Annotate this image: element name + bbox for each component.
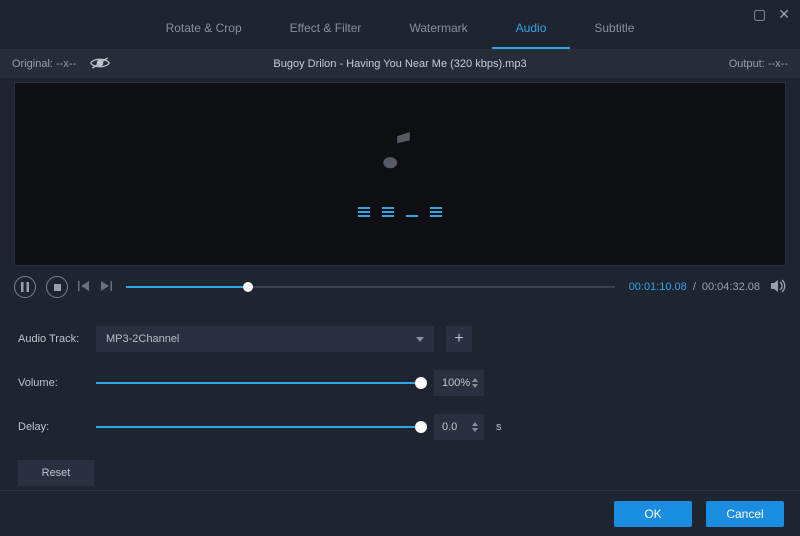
delay-slider-thumb[interactable] — [415, 421, 427, 433]
delay-slider[interactable] — [96, 426, 422, 428]
transport-bar: 00:01:10.08 / 00:04:32.08 — [0, 266, 800, 310]
seek-thumb[interactable] — [243, 282, 253, 292]
output-size-label: Output: --x-- — [729, 58, 788, 70]
tab-bar: Rotate & Crop Effect & Filter Watermark … — [0, 0, 800, 50]
time-current: 00:01:10.08 — [629, 281, 687, 293]
delay-spinner[interactable]: 0.0 — [434, 414, 484, 440]
volume-step-up[interactable] — [472, 378, 478, 382]
info-bar: Original: --x-- Bugoy Drilon - Having Yo… — [0, 50, 800, 78]
volume-label: Volume: — [18, 377, 84, 389]
delay-value: 0.0 — [442, 421, 457, 433]
delay-label: Delay: — [18, 421, 84, 433]
delay-step-down[interactable] — [472, 428, 478, 432]
play-pause-button[interactable] — [14, 276, 36, 298]
filename-label: Bugoy Drilon - Having You Near Me (320 k… — [273, 58, 526, 70]
audio-track-select[interactable]: MP3-2Channel — [96, 326, 434, 352]
tab-subtitle[interactable]: Subtitle — [570, 7, 658, 49]
seek-slider[interactable] — [126, 286, 615, 288]
volume-spinner[interactable]: 100% — [434, 370, 484, 396]
tab-watermark[interactable]: Watermark — [385, 7, 491, 49]
close-icon[interactable]: ✕ — [778, 6, 790, 23]
audio-preview-area — [14, 82, 786, 266]
add-audio-track-button[interactable]: + — [446, 326, 472, 352]
tab-rotate-crop[interactable]: Rotate & Crop — [142, 7, 266, 49]
audio-track-value: MP3-2Channel — [106, 333, 179, 345]
volume-icon[interactable] — [770, 279, 786, 296]
music-note-icon — [383, 132, 417, 177]
audio-settings-panel: Audio Track: MP3-2Channel + Volume: 100%… — [0, 310, 800, 492]
stop-button[interactable] — [46, 276, 68, 298]
seek-fill — [126, 286, 248, 288]
equalizer-icon — [358, 205, 442, 217]
volume-value: 100% — [442, 377, 470, 389]
delay-step-up[interactable] — [472, 422, 478, 426]
footer: OK Cancel — [0, 490, 800, 536]
tab-effect-filter[interactable]: Effect & Filter — [266, 7, 386, 49]
audio-track-label: Audio Track: — [18, 333, 84, 345]
preview-toggle-icon[interactable] — [90, 56, 110, 73]
delay-unit: s — [496, 421, 502, 433]
cancel-button[interactable]: Cancel — [706, 501, 784, 527]
reset-button[interactable]: Reset — [18, 460, 94, 486]
original-size-label: Original: --x-- — [12, 58, 76, 70]
time-sep: / — [693, 281, 696, 293]
volume-step-down[interactable] — [472, 384, 478, 388]
time-total: 00:04:32.08 — [702, 281, 760, 293]
volume-slider[interactable] — [96, 382, 422, 384]
chevron-down-icon — [416, 337, 424, 342]
tab-audio[interactable]: Audio — [492, 7, 571, 49]
next-frame-button[interactable] — [100, 280, 112, 294]
maximize-icon[interactable]: ▢ — [753, 6, 766, 23]
prev-frame-button[interactable] — [78, 280, 90, 294]
volume-slider-thumb[interactable] — [415, 377, 427, 389]
ok-button[interactable]: OK — [614, 501, 692, 527]
